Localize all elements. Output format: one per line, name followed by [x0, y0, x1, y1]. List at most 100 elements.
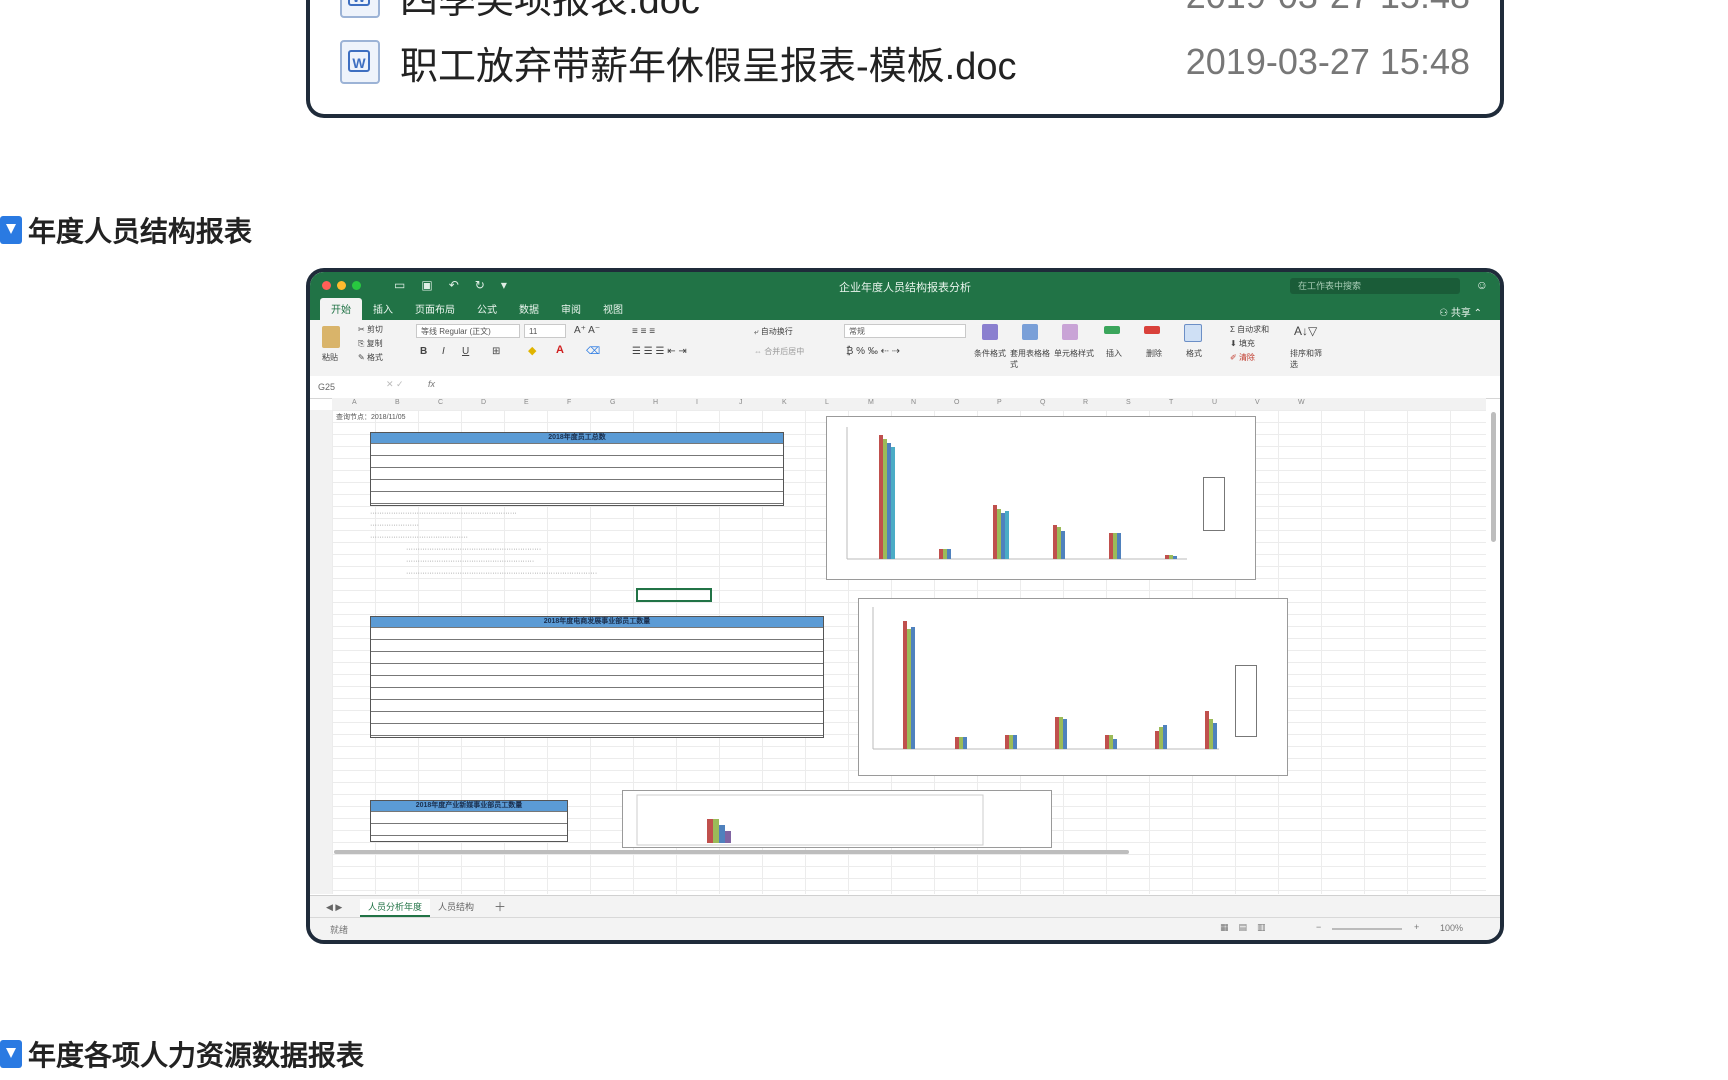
paste-icon[interactable]: [322, 326, 340, 348]
embedded-chart[interactable]: [622, 790, 1052, 848]
insert-cells-icon[interactable]: [1104, 326, 1120, 334]
tab-data[interactable]: 数据: [508, 301, 550, 320]
section-title-text: 年度人员结构报表: [28, 216, 253, 247]
sheet-nav-arrows-icon[interactable]: ◀ ▶: [318, 899, 350, 915]
column-header[interactable]: B: [395, 399, 400, 406]
font-size-select[interactable]: 11: [524, 324, 566, 338]
wrap-text-button[interactable]: ⤶ 自动换行: [754, 326, 793, 337]
column-header[interactable]: F: [567, 399, 571, 406]
file-name[interactable]: 四季奖项报表.doc: [400, 0, 1186, 24]
sheet-tab-annual-analysis[interactable]: 人员分析年度: [360, 899, 431, 917]
file-row[interactable]: W 职工放弃带薪年休假呈报表-模板.doc 2019-03-27 15:48: [340, 32, 1470, 92]
currency-icon[interactable]: ₿ % ‰ ⇠ ⇢: [846, 346, 900, 357]
zoom-slider[interactable]: [1332, 928, 1402, 930]
italic-icon[interactable]: I: [442, 346, 445, 357]
column-header[interactable]: O: [954, 399, 959, 406]
section-title-personnel-structure: 年度人员结构报表: [0, 210, 252, 250]
column-header[interactable]: N: [911, 399, 916, 406]
tab-insert[interactable]: 插入: [362, 301, 404, 320]
table-notes: ········································…: [370, 510, 517, 517]
download-arrow-icon: [0, 216, 22, 244]
tab-home[interactable]: 开始: [320, 298, 362, 320]
share-button[interactable]: ⚇ 共享 ⌃: [1439, 304, 1482, 319]
cell-style-label: 单元格样式: [1054, 349, 1094, 358]
file-name[interactable]: 职工放弃带薪年休假呈报表-模板.doc: [400, 35, 1186, 90]
column-header[interactable]: U: [1212, 399, 1217, 406]
column-header[interactable]: Q: [1040, 399, 1045, 406]
zoom-in-icon[interactable]: +: [1414, 922, 1419, 932]
column-header[interactable]: H: [653, 399, 658, 406]
add-sheet-icon[interactable]: ＋: [486, 899, 514, 915]
fill-button[interactable]: ⬇ 填充: [1230, 338, 1255, 349]
column-header[interactable]: P: [997, 399, 1002, 406]
sheet-search-input[interactable]: 在工作表中搜索: [1290, 278, 1460, 294]
file-row[interactable]: W 四季奖项报表.doc 2019-03-27 15:48: [340, 0, 1470, 26]
sheet-tab-structure[interactable]: 人员结构: [430, 899, 482, 915]
borders-icon[interactable]: ⊞: [492, 346, 500, 357]
bold-icon[interactable]: B: [420, 346, 427, 357]
view-mode-icons[interactable]: ▦▤▥: [1220, 922, 1276, 933]
cond-format-label: 条件格式: [974, 349, 1006, 358]
column-header[interactable]: L: [825, 399, 829, 406]
format-as-table-icon[interactable]: [1022, 324, 1038, 340]
table-notes: ·····················: [370, 522, 419, 529]
embedded-chart[interactable]: [858, 598, 1288, 776]
embedded-chart[interactable]: [826, 416, 1256, 580]
copy-button[interactable]: ⎘ 复制: [358, 338, 383, 349]
column-header[interactable]: K: [782, 399, 787, 406]
word-doc-icon: W: [340, 0, 380, 18]
align-left-icon[interactable]: ☰ ☰ ☰ ⇤ ⇥: [632, 346, 687, 357]
zoom-out-icon[interactable]: −: [1316, 922, 1321, 932]
table-notes: ········································…: [406, 570, 598, 577]
column-header[interactable]: T: [1169, 399, 1173, 406]
column-header[interactable]: S: [1126, 399, 1131, 406]
merge-center-button[interactable]: ⇔ 合并后居中: [754, 346, 804, 357]
clear-button[interactable]: ✐ 清除: [1230, 352, 1255, 363]
tab-view[interactable]: 视图: [592, 301, 634, 320]
tab-formulas[interactable]: 公式: [466, 301, 508, 320]
vertical-scrollbar[interactable]: [1491, 412, 1496, 542]
status-bar: 就绪 ▦▤▥ − + 100%: [310, 917, 1500, 940]
column-header[interactable]: R: [1083, 399, 1088, 406]
cell-styles-icon[interactable]: [1062, 324, 1078, 340]
sort-filter-icon[interactable]: A↓▽: [1294, 324, 1317, 338]
tab-page-layout[interactable]: 页面布局: [404, 301, 466, 320]
autosum-button[interactable]: Σ 自动求和: [1230, 324, 1269, 335]
format-painter-button[interactable]: ✎ 格式: [358, 352, 383, 363]
excel-titlebar: ▭ ▣ ↶ ↻ ▾ 企业年度人员结构报表分析 在工作表中搜索 ☺: [310, 272, 1500, 300]
table-title: 2018年度员工总数: [371, 433, 783, 443]
number-format-select[interactable]: 常规: [844, 324, 966, 338]
column-header[interactable]: D: [481, 399, 486, 406]
cut-button[interactable]: ✂ 剪切: [358, 324, 383, 335]
font-name-select[interactable]: 等线 Regular (正文): [416, 324, 520, 338]
clear-format-icon[interactable]: ⌫: [586, 346, 600, 357]
column-header[interactable]: M: [868, 399, 874, 406]
align-top-icon[interactable]: ≡ ≡ ≡: [632, 326, 655, 337]
column-header[interactable]: V: [1255, 399, 1260, 406]
insert-label: 插入: [1106, 349, 1122, 358]
name-box[interactable]: G25: [318, 380, 364, 394]
fx-icon[interactable]: fx: [428, 379, 435, 389]
column-header[interactable]: I: [696, 399, 698, 406]
column-header[interactable]: J: [739, 399, 743, 406]
selected-cell[interactable]: [636, 588, 712, 602]
delete-label: 删除: [1146, 349, 1162, 358]
font-color-icon[interactable]: A: [556, 344, 564, 356]
table-title: 2018年度电商发展事业部员工数量: [371, 617, 823, 627]
column-header[interactable]: G: [610, 399, 615, 406]
column-header[interactable]: E: [524, 399, 529, 406]
fill-color-icon[interactable]: ◆: [528, 344, 536, 357]
column-header[interactable]: A: [352, 399, 357, 406]
delete-cells-icon[interactable]: [1144, 326, 1160, 334]
feedback-icon[interactable]: ☺: [1476, 278, 1488, 292]
column-header[interactable]: C: [438, 399, 443, 406]
column-header[interactable]: W: [1298, 399, 1305, 406]
conditional-format-icon[interactable]: [982, 324, 998, 340]
format-cells-icon[interactable]: [1184, 324, 1202, 342]
formula-bar: G25 ✕ ✓ fx: [310, 376, 1500, 399]
increase-font-icon[interactable]: A⁺ A⁻: [574, 325, 600, 336]
section-title-text: 年度各项人力资源数据报表: [28, 1040, 365, 1071]
horizontal-scrollbar[interactable]: [334, 850, 1129, 854]
underline-icon[interactable]: U: [462, 346, 469, 357]
tab-review[interactable]: 审阅: [550, 301, 592, 320]
